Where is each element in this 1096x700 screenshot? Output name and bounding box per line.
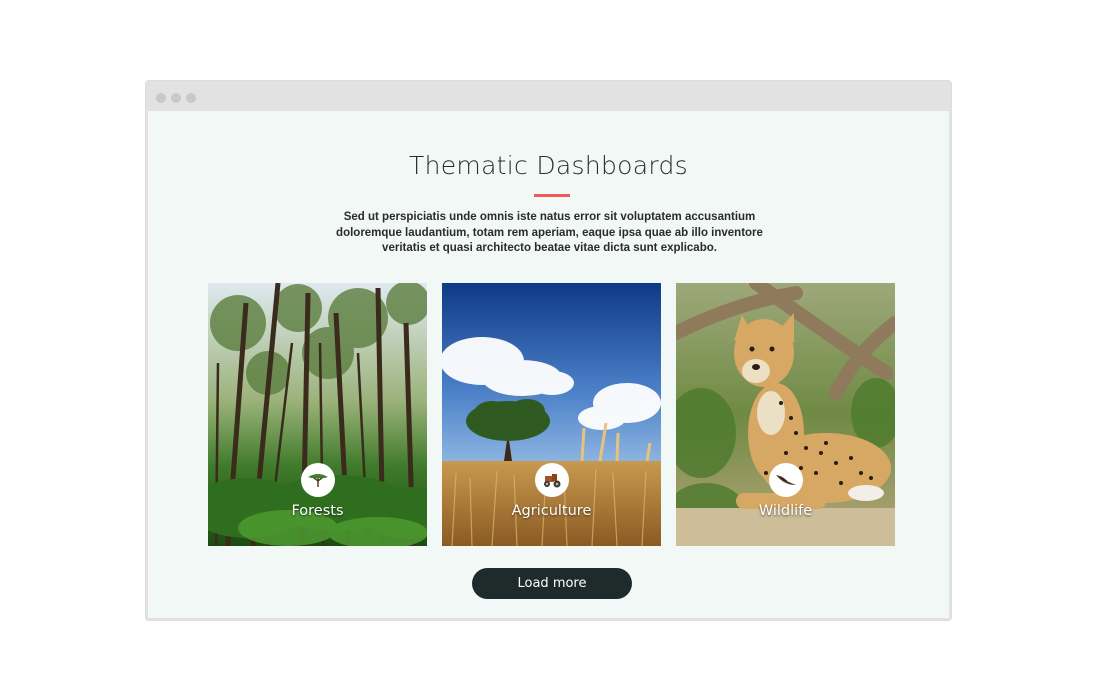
tractor-icon — [544, 474, 561, 488]
title-underline — [534, 194, 570, 197]
window-minimize-dot[interactable] — [171, 93, 181, 103]
card-forests[interactable]: Forests — [208, 283, 427, 546]
card-badge — [535, 463, 569, 497]
card-label: Agriculture — [511, 503, 592, 519]
window-close-dot[interactable] — [156, 93, 166, 103]
card-label: Wildlife — [758, 503, 813, 519]
card-agriculture[interactable]: Agriculture — [442, 283, 661, 546]
card-badge — [769, 463, 803, 497]
card-label: Forests — [291, 503, 344, 519]
card-wildlife[interactable]: Wildlife — [676, 283, 895, 546]
load-more-button[interactable]: Load more — [472, 568, 632, 599]
page-content: Thematic Dashboards Sed ut perspiciatis … — [148, 111, 949, 618]
card-badge — [301, 463, 335, 497]
section-title: Thematic Dashboards — [409, 151, 688, 180]
section-description: Sed ut perspiciatis unde omnis iste natu… — [336, 211, 763, 254]
browser-window: Thematic Dashboards Sed ut perspiciatis … — [145, 80, 952, 621]
browser-titlebar — [146, 81, 951, 111]
bird-icon — [776, 475, 796, 485]
tree-icon — [308, 474, 328, 487]
window-maximize-dot[interactable] — [186, 93, 196, 103]
